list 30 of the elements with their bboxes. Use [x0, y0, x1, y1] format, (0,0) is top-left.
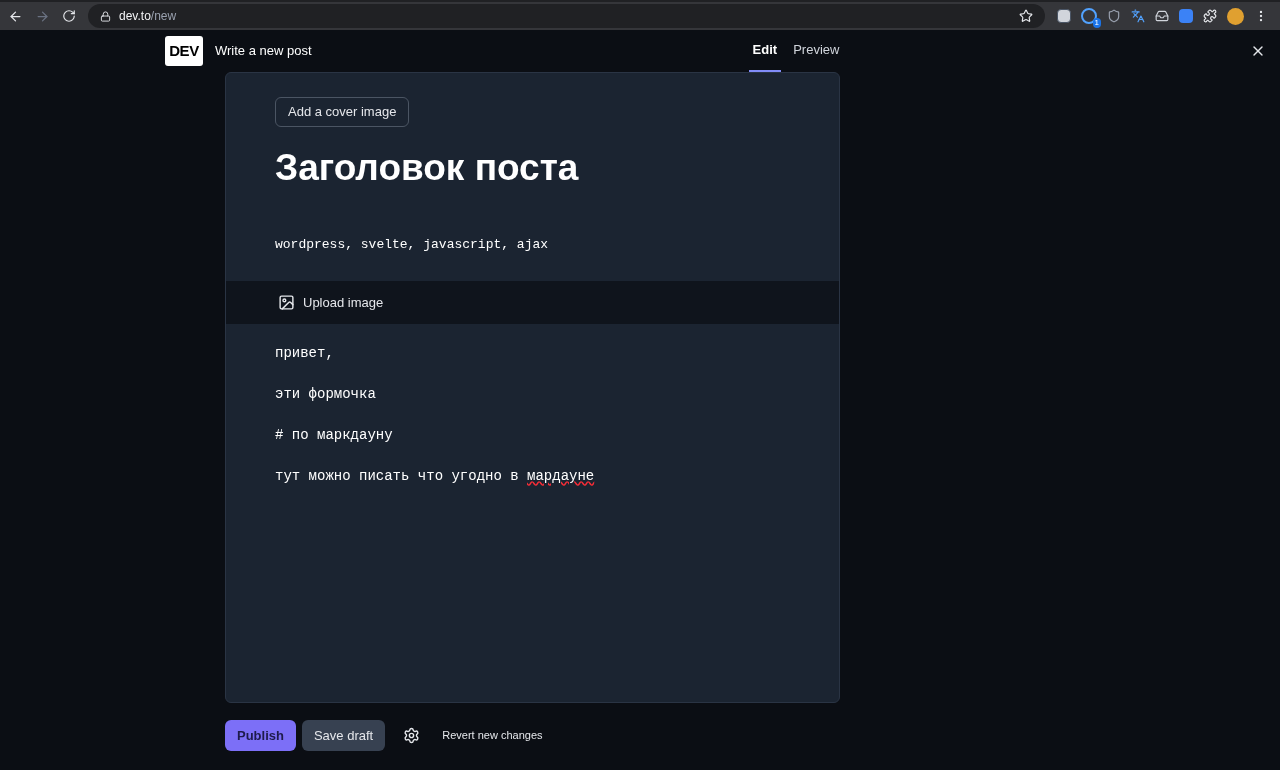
url-text: dev.to/new: [119, 8, 177, 25]
lock-icon: [100, 10, 111, 22]
add-cover-button[interactable]: Add a cover image: [275, 97, 410, 127]
bookmark-star-icon[interactable]: [1019, 9, 1033, 23]
tab[interactable]: Preview: [789, 30, 844, 72]
reload-icon[interactable]: [62, 9, 76, 23]
address-bar[interactable]: dev.to/new: [88, 4, 1045, 28]
save-draft-button[interactable]: Save draft: [301, 720, 386, 751]
extensions-icon[interactable]: [1203, 9, 1217, 23]
body-line: эти формочка: [275, 384, 377, 403]
extension-icon[interactable]: [1057, 9, 1071, 23]
translate-icon[interactable]: [1131, 9, 1145, 23]
body-line: привет,: [275, 343, 335, 362]
avatar-icon[interactable]: [1227, 7, 1244, 25]
page-title: Write a new post: [215, 42, 312, 61]
shield-icon[interactable]: [1107, 9, 1121, 23]
image-icon: [278, 293, 295, 311]
dev-logo[interactable]: DEV: [165, 36, 203, 66]
upload-image-button[interactable]: Upload image: [278, 292, 384, 312]
revert-link[interactable]: Revert new changes: [442, 727, 543, 744]
extension-badge: 1: [1092, 18, 1101, 28]
publish-button[interactable]: Publish: [225, 720, 296, 751]
tags-field[interactable]: wordpress, svelte, javascript, ajax: [275, 235, 549, 255]
post-title-field[interactable]: Заголовок поста: [275, 145, 579, 192]
body-line: тут можно писать что угодно в мардауне: [275, 466, 596, 485]
settings-icon[interactable]: [403, 727, 421, 744]
back-icon[interactable]: [8, 8, 23, 24]
body-line: # по маркдауну: [275, 425, 394, 444]
body-field[interactable]: привет, эти формочка # по маркдауну тут можно писать что угодно в мардауне: [226, 323, 839, 702]
forward-icon[interactable]: [35, 8, 50, 24]
